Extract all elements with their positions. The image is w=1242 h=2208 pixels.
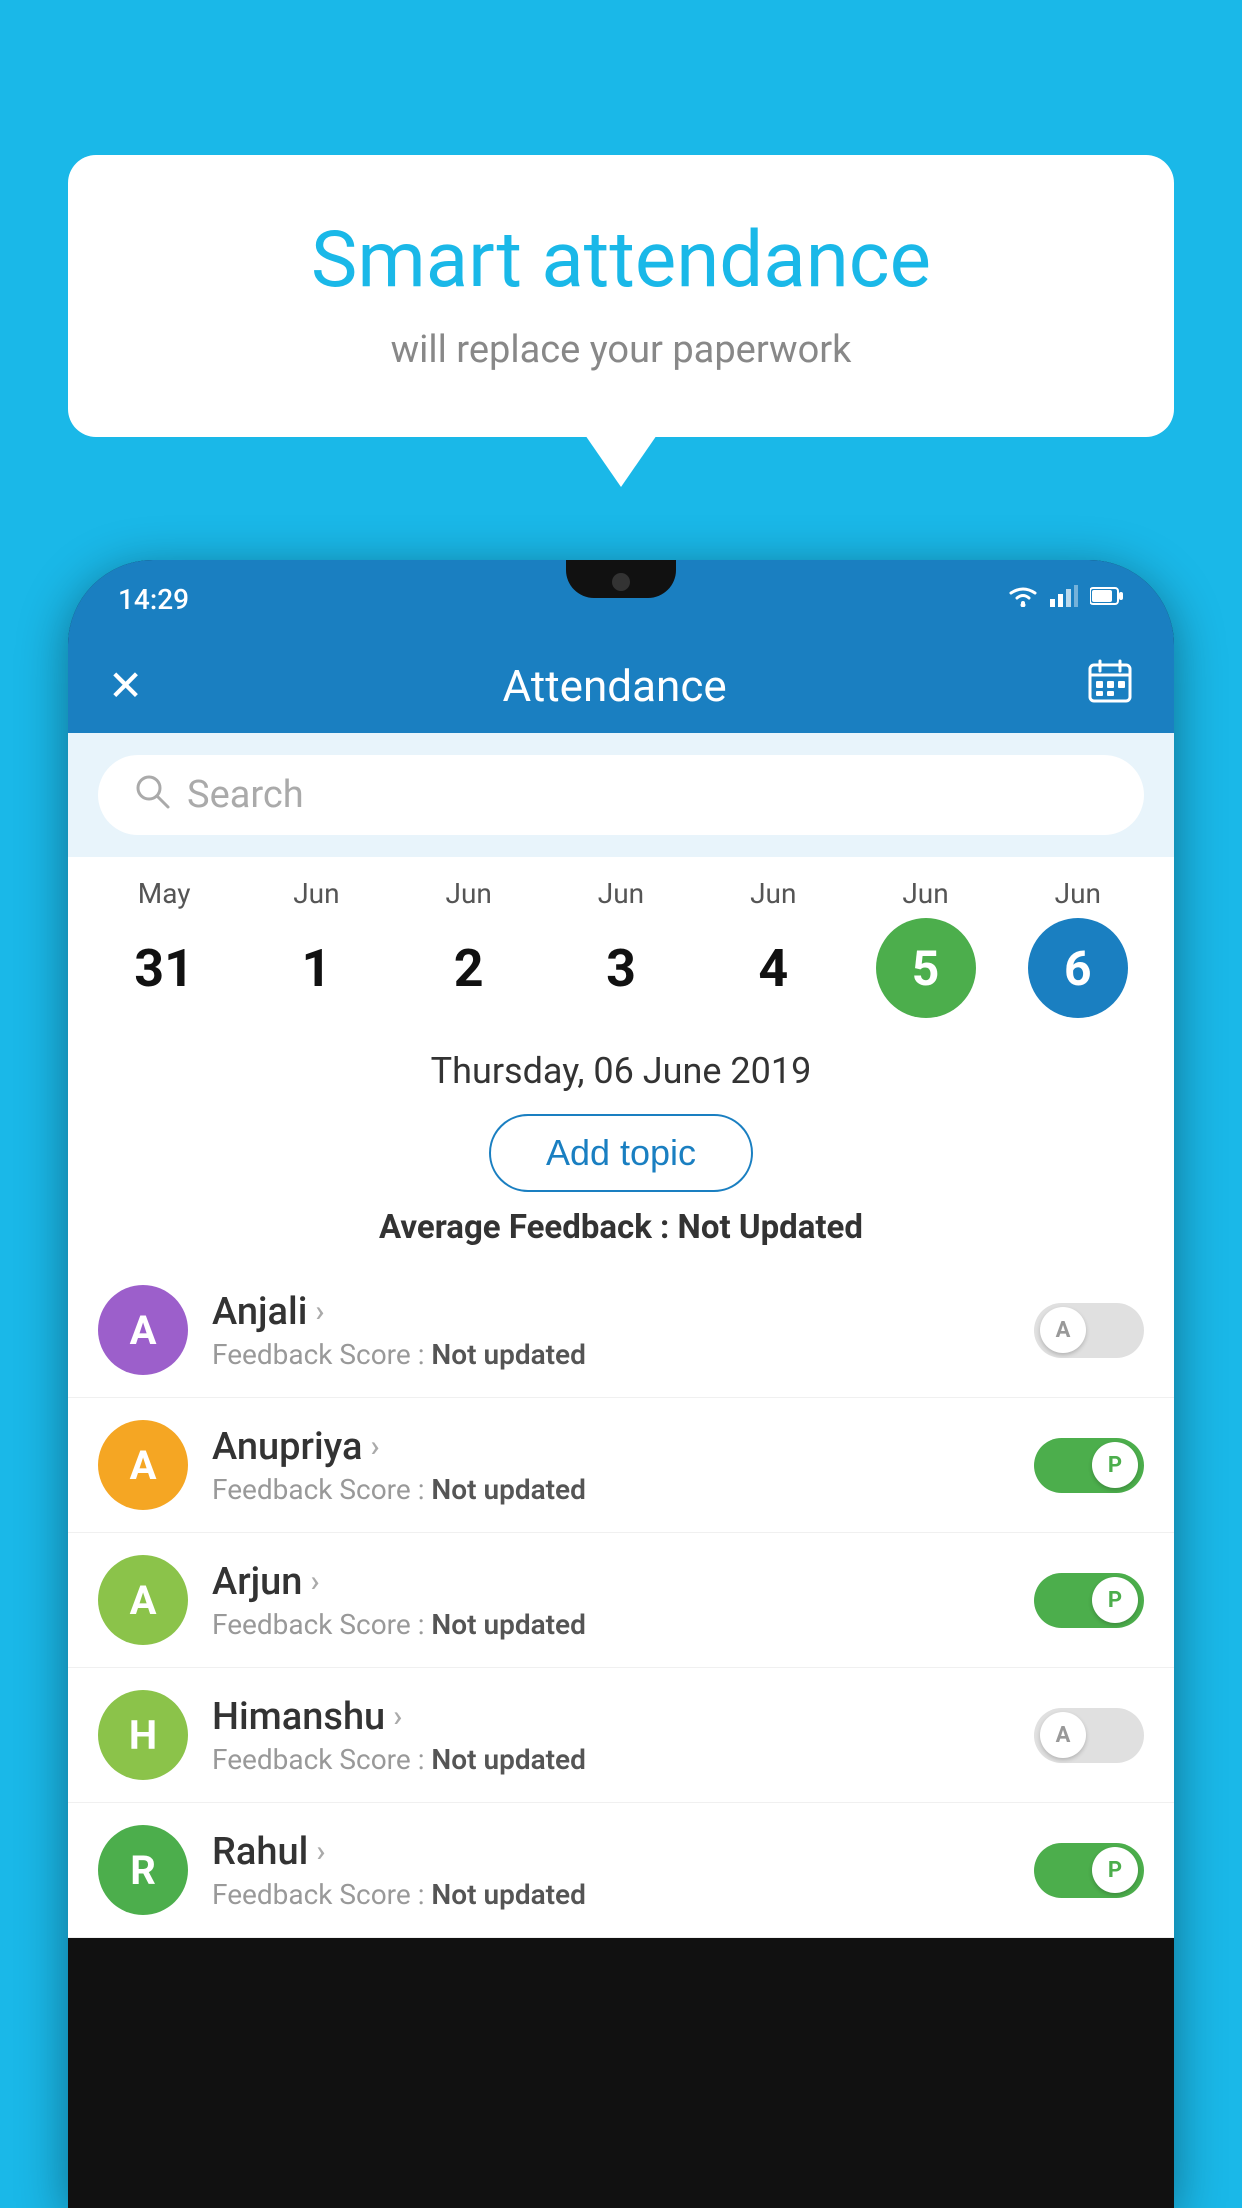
toggle-knob: P [1092, 1442, 1138, 1488]
camera-dot [612, 573, 630, 591]
student-item[interactable]: R Rahul › Feedback Score : Not updated P [68, 1803, 1174, 1938]
attendance-toggle[interactable]: A [1034, 1708, 1144, 1763]
student-avatar: A [98, 1555, 188, 1645]
cal-day-6[interactable]: Jun6 [1013, 877, 1143, 1018]
attendance-toggle[interactable]: P [1034, 1843, 1144, 1898]
toggle-knob: A [1040, 1712, 1086, 1758]
student-name: Anupriya › [212, 1425, 1010, 1469]
calendar-icon[interactable] [1086, 657, 1134, 715]
attendance-toggle[interactable]: P [1034, 1573, 1144, 1628]
student-list: A Anjali › Feedback Score : Not updated A … [68, 1263, 1174, 1938]
student-item[interactable]: A Arjun › Feedback Score : Not updated P [68, 1533, 1174, 1668]
toggle-knob: P [1092, 1577, 1138, 1623]
cal-day-31[interactable]: May31 [99, 877, 229, 1018]
student-name: Anjali › [212, 1290, 1010, 1334]
toggle-knob: P [1092, 1847, 1138, 1893]
cal-day-5[interactable]: Jun5 [861, 877, 991, 1018]
avg-feedback: Average Feedback : Not Updated [68, 1208, 1174, 1263]
student-item[interactable]: A Anjali › Feedback Score : Not updated A [68, 1263, 1174, 1398]
app-header: ✕ Attendance [68, 638, 1174, 733]
speech-bubble-title: Smart attendance [118, 215, 1124, 306]
student-feedback: Feedback Score : Not updated [212, 1338, 1010, 1371]
month-labels-row: May31Jun1Jun2Jun3Jun4Jun5Jun6 [88, 877, 1154, 1018]
attendance-toggle[interactable]: P [1034, 1438, 1144, 1493]
signal-icon [1050, 585, 1078, 613]
wifi-icon [1008, 585, 1038, 613]
student-feedback: Feedback Score : Not updated [212, 1743, 1010, 1776]
student-avatar: A [98, 1420, 188, 1510]
status-time: 14:29 [118, 583, 189, 616]
header-title: Attendance [503, 660, 727, 712]
student-item[interactable]: AAnupriya ›Feedback Score : Not updated … [68, 1398, 1174, 1533]
toggle-off[interactable]: A [1034, 1708, 1144, 1763]
student-name: Rahul › [212, 1830, 1010, 1874]
search-icon [133, 772, 171, 819]
student-feedback: Feedback Score : Not updated [212, 1473, 1010, 1506]
status-bar: 14:29 [68, 560, 1174, 638]
student-name: Arjun › [212, 1560, 1010, 1604]
speech-bubble: Smart attendance will replace your paper… [68, 155, 1174, 437]
add-topic-button[interactable]: Add topic [489, 1114, 753, 1192]
status-icons [1008, 585, 1124, 613]
speech-bubble-subtitle: will replace your paperwork [118, 328, 1124, 372]
avg-feedback-value: Not Updated [678, 1208, 863, 1247]
toggle-knob: A [1040, 1307, 1086, 1353]
student-name: Himanshu › [212, 1695, 1010, 1739]
calendar-strip: May31Jun1Jun2Jun3Jun4Jun5Jun6 [68, 857, 1174, 1028]
selected-date: Thursday, 06 June 2019 [68, 1028, 1174, 1104]
student-item[interactable]: HHimanshu ›Feedback Score : Not updated … [68, 1668, 1174, 1803]
chevron-right-icon: › [393, 1699, 402, 1734]
battery-icon [1090, 586, 1124, 612]
cal-day-3[interactable]: Jun3 [556, 877, 686, 1018]
add-topic-container: Add topic [68, 1114, 1174, 1192]
student-avatar: R [98, 1825, 188, 1915]
attendance-toggle[interactable]: A [1034, 1303, 1144, 1358]
phone-notch [566, 560, 676, 598]
avg-feedback-label: Average Feedback : [379, 1208, 669, 1247]
student-avatar: A [98, 1285, 188, 1375]
chevron-right-icon: › [370, 1429, 379, 1464]
app-content: Search May31Jun1Jun2Jun3Jun4Jun5Jun6 Thu… [68, 733, 1174, 1938]
cal-day-1[interactable]: Jun1 [251, 877, 381, 1018]
cal-day-4[interactable]: Jun4 [708, 877, 838, 1018]
search-container: Search [68, 733, 1174, 857]
toggle-off[interactable]: A [1034, 1303, 1144, 1358]
student-feedback: Feedback Score : Not updated [212, 1608, 1010, 1641]
toggle-on[interactable]: P [1034, 1573, 1144, 1628]
chevron-right-icon: › [310, 1564, 319, 1599]
cal-day-2[interactable]: Jun2 [404, 877, 534, 1018]
student-avatar: H [98, 1690, 188, 1780]
search-bar[interactable]: Search [98, 755, 1144, 835]
toggle-on[interactable]: P [1034, 1438, 1144, 1493]
chevron-right-icon: › [316, 1834, 325, 1869]
toggle-on[interactable]: P [1034, 1843, 1144, 1898]
search-placeholder: Search [187, 773, 304, 817]
phone-frame: 14:29 [68, 560, 1174, 2208]
chevron-right-icon: › [315, 1294, 324, 1329]
student-feedback: Feedback Score : Not updated [212, 1878, 1010, 1911]
speech-bubble-container: Smart attendance will replace your paper… [68, 155, 1174, 437]
close-button[interactable]: ✕ [108, 661, 143, 711]
